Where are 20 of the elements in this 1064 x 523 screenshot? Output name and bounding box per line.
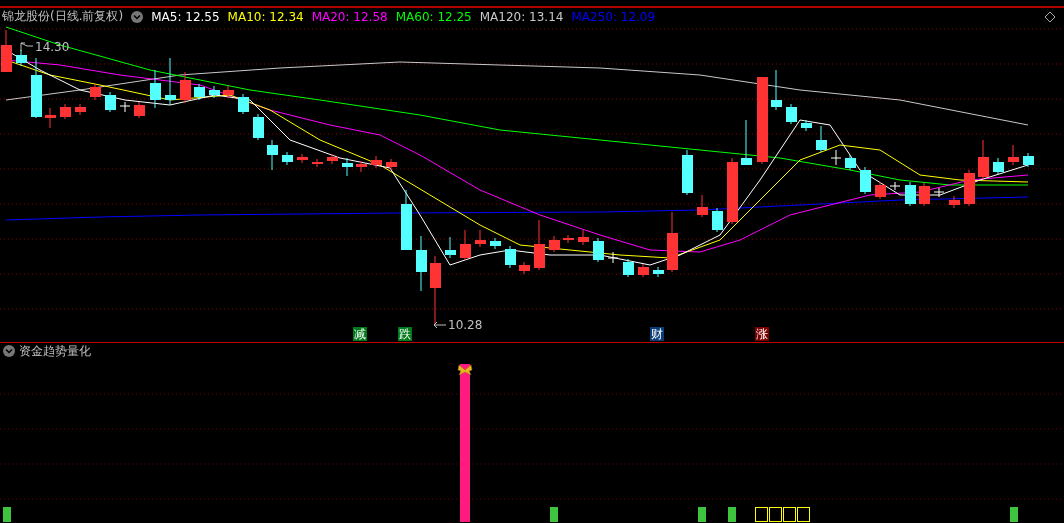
moving-average-label: MA10: 12.34 bbox=[227, 9, 304, 24]
signal-marker: 减 bbox=[353, 327, 367, 341]
stock-title: 锦龙股份(日线.前复权) bbox=[2, 8, 124, 25]
moving-average-label: MA120: 13.14 bbox=[479, 9, 564, 24]
indicator-title: 资金趋势量化 bbox=[19, 342, 91, 360]
signal-marker: 财 bbox=[650, 327, 664, 341]
low-price-label: 10.28 bbox=[448, 318, 483, 332]
butterfly-icon bbox=[457, 364, 473, 376]
diamond-icon[interactable] bbox=[1044, 10, 1056, 23]
high-price-label: 14.30 bbox=[35, 40, 70, 54]
moving-average-label: MA250: 12.09 bbox=[571, 9, 656, 24]
chevron-down-icon[interactable] bbox=[3, 345, 15, 357]
moving-average-label: MA20: 12.58 bbox=[311, 9, 388, 24]
arrow-icon bbox=[433, 320, 447, 330]
moving-average-label: MA60: 12.25 bbox=[395, 9, 472, 24]
moving-average-label: MA5: 12.55 bbox=[151, 9, 220, 24]
signal-marker: 跌 bbox=[398, 327, 412, 341]
signal-marker: 涨 bbox=[755, 327, 769, 341]
arrow-icon bbox=[20, 42, 34, 52]
chevron-down-icon[interactable] bbox=[131, 10, 144, 23]
